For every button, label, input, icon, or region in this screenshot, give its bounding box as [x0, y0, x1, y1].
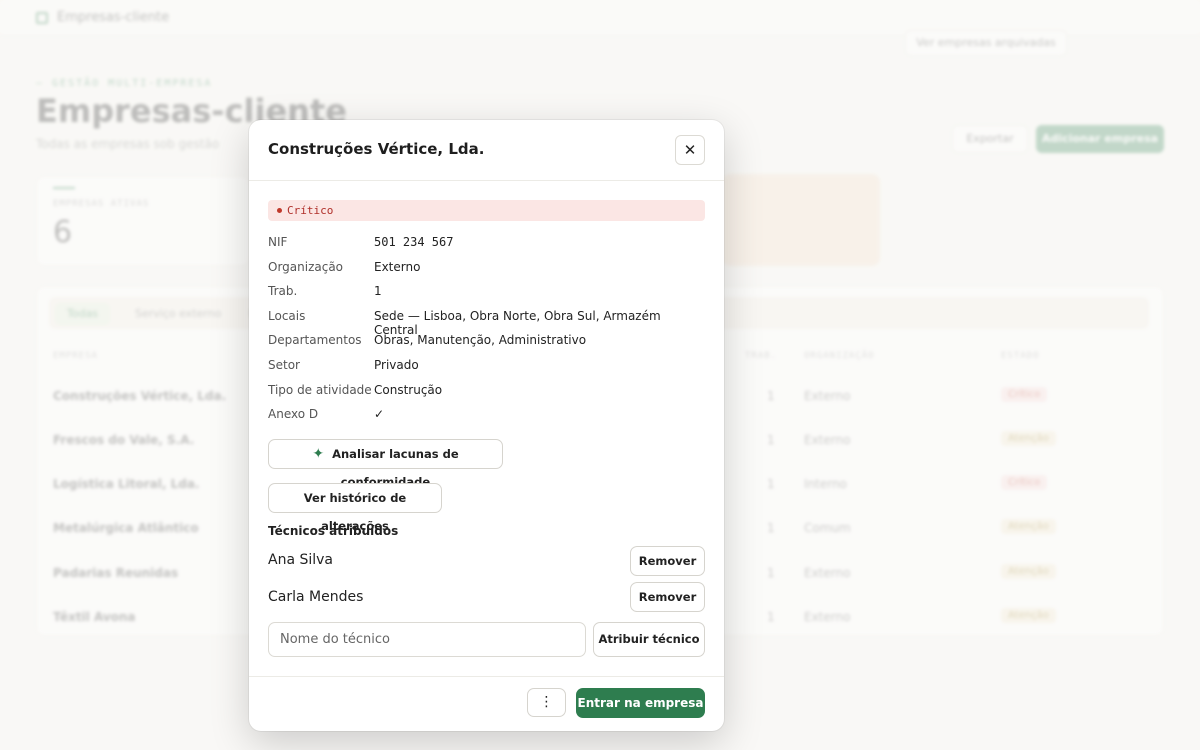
detail-value: Construção [374, 383, 443, 397]
view-change-history-button[interactable]: Ver histórico de alterações [268, 483, 442, 533]
detail-label: Tipo de atividade [268, 383, 372, 397]
more-vertical-icon: ⋮ [539, 694, 554, 710]
detail-value: Externo [374, 260, 421, 274]
company-detail-modal: Construções Vértice, Lda. ✕ Crítico NIF … [249, 120, 724, 731]
modal-title: Construções Vértice, Lda. [268, 140, 485, 158]
sparkle-icon: ✦ [312, 446, 325, 462]
detail-label: Anexo D [268, 407, 319, 421]
analyze-compliance-gaps-button[interactable]: ✦ Analisar lacunas de conformidade [268, 439, 503, 489]
footer-divider [249, 676, 724, 677]
detail-row-nif: NIF 501 234 567 [268, 235, 705, 255]
detail-value: Obras, Manutenção, Administrativo [374, 333, 587, 347]
check-icon: ✓ [374, 407, 385, 421]
assigned-technicians-heading: Técnicos atribuídos [268, 524, 399, 538]
risk-status-label: Crítico [287, 204, 334, 217]
risk-status-badge: Crítico [268, 200, 705, 221]
detail-row-annex-d: Anexo D ✓ [268, 407, 705, 427]
detail-value: 1 [374, 284, 382, 298]
assign-technician-button[interactable]: Atribuir técnico [593, 622, 705, 657]
detail-row-activity-type: Tipo de atividade Construção [268, 383, 705, 403]
detail-row-workers: Trab. 1 [268, 284, 705, 304]
detail-row-locations: Locais Sede — Lisboa, Obra Norte, Obra S… [268, 309, 705, 337]
enter-company-button[interactable]: Entrar na empresa [576, 688, 705, 718]
detail-label: Locais [268, 309, 306, 323]
detail-value: 501 234 567 [374, 235, 454, 249]
detail-row-organization: Organização Externo [268, 260, 705, 280]
detail-label: NIF [268, 235, 288, 249]
header-divider [249, 180, 724, 181]
remove-technician-button[interactable]: Remover [630, 582, 705, 612]
detail-label: Departamentos [268, 333, 362, 347]
remove-technician-button[interactable]: Remover [630, 546, 705, 576]
detail-value: Privado [374, 358, 419, 372]
technician-name: Carla Mendes [268, 589, 364, 605]
detail-row-sector: Setor Privado [268, 358, 705, 378]
detail-label: Organização [268, 260, 344, 274]
detail-label: Trab. [268, 284, 298, 298]
technician-name: Ana Silva [268, 552, 334, 568]
status-dot-icon [277, 208, 282, 213]
close-icon: ✕ [683, 141, 697, 159]
detail-label: Setor [268, 358, 300, 372]
detail-row-departments: Departamentos Obras, Manutenção, Adminis… [268, 333, 705, 353]
more-options-button[interactable]: ⋮ [527, 688, 566, 717]
technician-name-input[interactable] [268, 622, 586, 657]
close-button[interactable]: ✕ [675, 135, 705, 165]
